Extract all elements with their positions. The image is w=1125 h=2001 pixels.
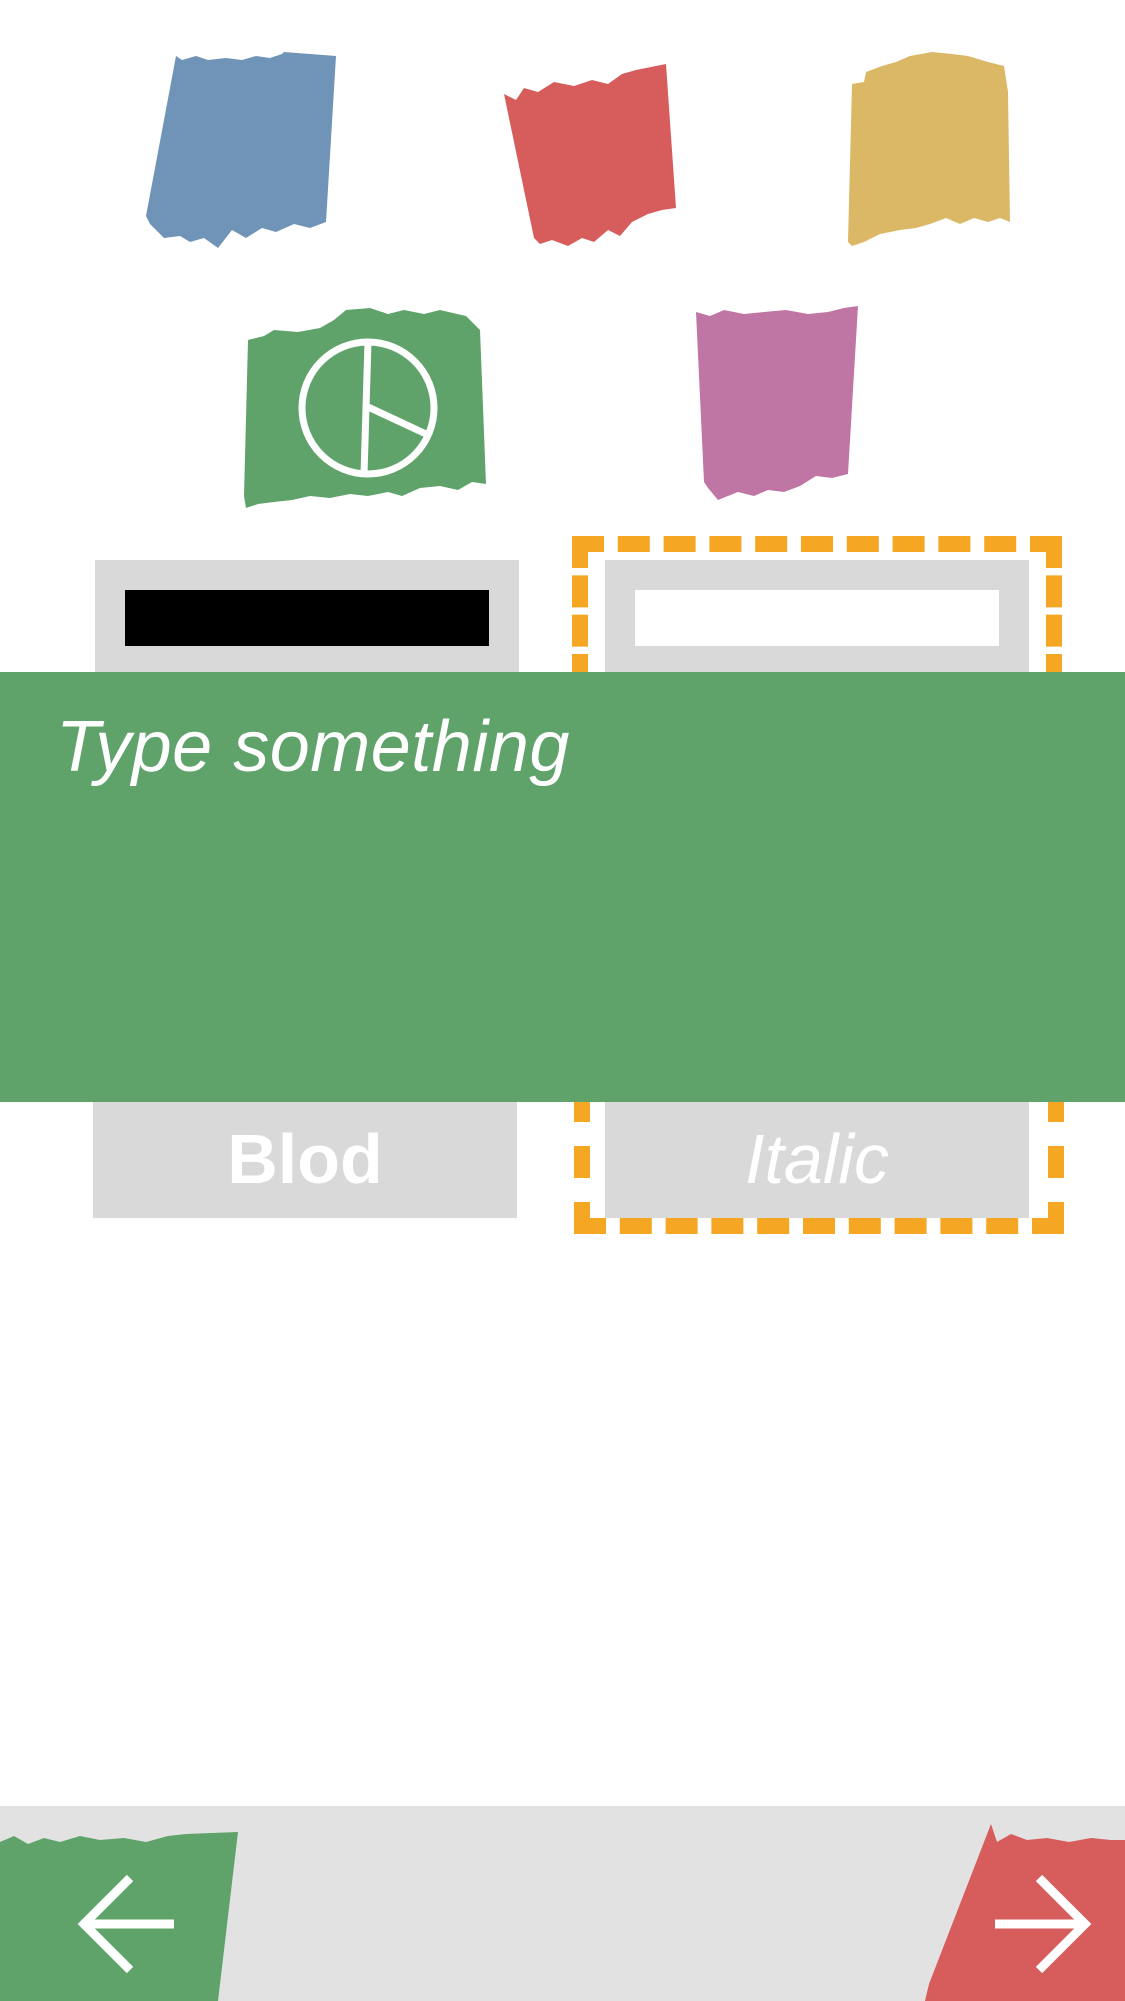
italic-button-label: Italic <box>745 1120 889 1198</box>
swatch-pink[interactable] <box>694 306 860 500</box>
swatch-yellow[interactable] <box>848 52 1012 248</box>
text-color-black-option[interactable] <box>95 560 519 680</box>
italic-button[interactable]: Italic <box>605 1100 1029 1218</box>
black-color-preview <box>125 590 489 646</box>
white-color-preview <box>635 590 999 646</box>
next-button[interactable] <box>925 1824 1125 2001</box>
text-editor[interactable]: Type something <box>0 672 1125 1102</box>
editor-placeholder: Type something <box>56 707 570 787</box>
back-button[interactable] <box>0 1832 240 2001</box>
swatch-blue[interactable] <box>146 52 338 248</box>
bold-button-label: Blod <box>227 1120 383 1198</box>
text-color-white-option[interactable] <box>605 560 1029 680</box>
swatch-green[interactable] <box>244 306 488 508</box>
bold-button[interactable]: Blod <box>93 1100 517 1218</box>
swatch-red[interactable] <box>504 58 680 248</box>
